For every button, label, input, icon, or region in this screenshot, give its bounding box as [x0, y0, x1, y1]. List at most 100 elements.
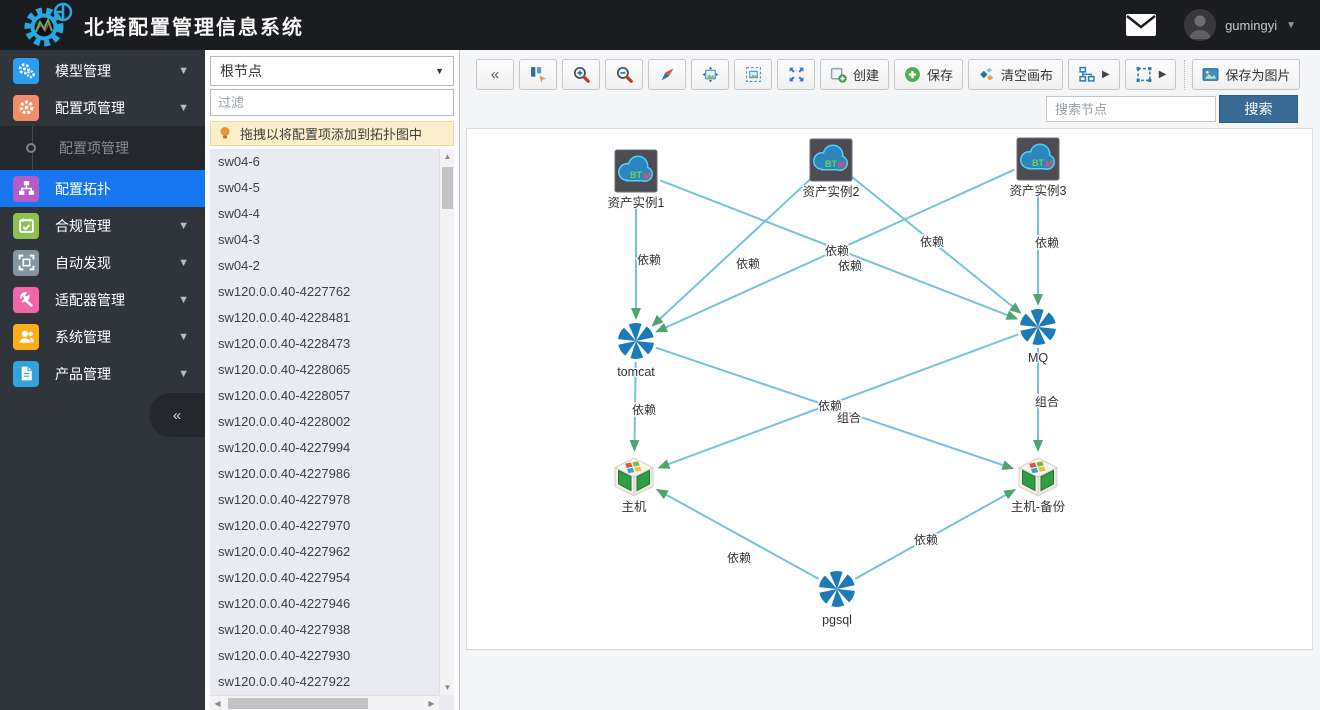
topology-node-pgsql[interactable]: pgsql: [819, 571, 855, 628]
sidebar: 模型管理 ▼ 配置项管理 ▼ 配置项管理 配置拓扑 合规管理 ▼ 自动发现 ▼ …: [0, 50, 205, 710]
scroll-up-icon[interactable]: ▲: [440, 149, 454, 164]
list-item[interactable]: sw120.0.0.40-4227954: [210, 565, 439, 591]
save-as-image-button[interactable]: 保存为图片: [1192, 59, 1301, 90]
topology-edge[interactable]: [651, 176, 813, 327]
sidebar-item-auto-discovery[interactable]: 自动发现 ▼: [0, 244, 205, 281]
node-label: pgsql: [822, 613, 852, 627]
image-icon: [1202, 68, 1219, 81]
root-node-select[interactable]: 根节点 ▼: [210, 56, 454, 86]
mail-button[interactable]: [1124, 12, 1158, 38]
create-button-label: 创建: [853, 68, 880, 83]
collapse-panel-button[interactable]: «: [476, 59, 514, 90]
topology-canvas[interactable]: 依赖 依赖 依赖 依赖 依赖 依赖 依赖 依赖 组合 组合 依赖 依赖 BT M 资产实例1 BT M资…: [466, 128, 1313, 650]
svg-text:BT: BT: [1032, 158, 1044, 168]
topology-node-tomcat[interactable]: tomcat: [616, 323, 656, 380]
zoom-in-button[interactable]: [562, 59, 600, 90]
sidebar-item-adapter-management[interactable]: 适配器管理 ▼: [0, 281, 205, 318]
topology-node-mq[interactable]: MQ: [1020, 309, 1056, 366]
gear-icon: [13, 94, 39, 121]
list-item[interactable]: sw120.0.0.40-4227970: [210, 513, 439, 539]
horizontal-scrollbar[interactable]: ◀ ▶: [210, 695, 439, 710]
list-item[interactable]: sw120.0.0.40-4227986: [210, 461, 439, 487]
node-label: 主机-备份: [1011, 500, 1066, 514]
save-button[interactable]: 保存: [894, 59, 964, 90]
create-button[interactable]: 创建: [820, 59, 890, 90]
list-item[interactable]: sw120.0.0.40-4228057: [210, 383, 439, 409]
hierarchy-layout-button[interactable]: [519, 59, 557, 90]
list-item[interactable]: sw120.0.0.40-4227938: [210, 617, 439, 643]
search-button[interactable]: 搜索: [1219, 95, 1298, 123]
list-item[interactable]: sw120.0.0.40-4227978: [210, 487, 439, 513]
sidebar-collapse-button[interactable]: «: [149, 393, 205, 437]
vertical-scrollbar[interactable]: ▲ ▼: [439, 149, 454, 695]
zoom-in-icon: [573, 66, 590, 83]
node-search-bar: 搜索: [1046, 95, 1298, 123]
list-item[interactable]: sw120.0.0.40-4227922: [210, 669, 439, 695]
chevron-down-icon: ▼: [435, 66, 444, 76]
list-item[interactable]: sw120.0.0.40-4228002: [210, 409, 439, 435]
list-item[interactable]: sw120.0.0.40-4227762: [210, 279, 439, 305]
topology-node-asset2[interactable]: BT M 资产实例2: [802, 138, 861, 200]
sidebar-item-system-management[interactable]: 系统管理 ▼: [0, 318, 205, 355]
list-item[interactable]: sw04-4: [210, 201, 439, 227]
sidebar-item-compliance-management[interactable]: 合规管理 ▼: [0, 207, 205, 244]
scroll-right-icon[interactable]: ▶: [424, 696, 439, 710]
navigate-compass-button[interactable]: [648, 59, 686, 90]
sidebar-item-label: 合规管理: [55, 217, 111, 234]
svg-text:BT: BT: [825, 159, 837, 169]
edge-label: 依赖: [920, 234, 944, 249]
scroll-down-icon[interactable]: ▼: [440, 680, 454, 695]
svg-text:BT: BT: [630, 170, 642, 180]
save-as-image-button-label: 保存为图片: [1225, 68, 1291, 83]
vertical-scroll-thumb[interactable]: [442, 167, 453, 209]
topology-node-asset1[interactable]: BT M 资产实例1: [607, 149, 666, 211]
horizontal-scroll-thumb[interactable]: [228, 698, 368, 709]
zoom-out-button[interactable]: [605, 59, 643, 90]
edge-label: 组合: [1035, 394, 1059, 409]
chevron-down-icon: ▼: [178, 330, 189, 343]
chevron-down-icon: ▼: [178, 219, 189, 232]
list-item[interactable]: sw120.0.0.40-4227994: [210, 435, 439, 461]
list-item[interactable]: sw120.0.0.40-4228473: [210, 331, 439, 357]
list-item[interactable]: sw04-2: [210, 253, 439, 279]
topology-node-host[interactable]: 主机: [613, 457, 655, 515]
chevron-right-icon: ▶: [1102, 69, 1110, 80]
expand-fullscreen-button[interactable]: [777, 59, 815, 90]
expand-arrows-icon: [789, 67, 803, 82]
list-item[interactable]: sw120.0.0.40-4227930: [210, 643, 439, 669]
layout-mode-button[interactable]: ▶: [1068, 59, 1120, 90]
sidebar-item-product-management[interactable]: 产品管理 ▼: [0, 355, 205, 392]
topology-node-hostbk[interactable]: 主机-备份: [1010, 457, 1067, 515]
list-item[interactable]: sw120.0.0.40-4227946: [210, 591, 439, 617]
calendar-check-icon: [13, 212, 39, 239]
mail-icon: [1126, 14, 1157, 36]
list-item[interactable]: sw120.0.0.40-4227962: [210, 539, 439, 565]
list-item[interactable]: sw04-3: [210, 227, 439, 253]
sidebar-item-model-management[interactable]: 模型管理 ▼: [0, 52, 205, 89]
sidebar-item-ci-management[interactable]: 配置项管理 ▼: [0, 89, 205, 126]
topology-node-asset3[interactable]: BT M 资产实例3: [1009, 137, 1068, 199]
sidebar-subitem-ci-management[interactable]: 配置项管理: [0, 129, 205, 167]
center-image-button[interactable]: [734, 59, 772, 90]
sidebar-item-label: 产品管理: [55, 365, 111, 382]
scroll-left-icon[interactable]: ◀: [210, 696, 225, 710]
chevron-down-icon: ▼: [178, 367, 189, 380]
filter-input[interactable]: [210, 89, 454, 116]
list-item[interactable]: sw04-6: [210, 149, 439, 175]
save-button-label: 保存: [927, 68, 954, 83]
fit-image-button[interactable]: [691, 59, 729, 90]
list-item[interactable]: sw120.0.0.40-4228481: [210, 305, 439, 331]
list-item[interactable]: sw04-5: [210, 175, 439, 201]
list-item[interactable]: sw120.0.0.40-4228065: [210, 357, 439, 383]
clear-canvas-button[interactable]: 清空画布: [968, 59, 1064, 90]
compass-icon: [661, 68, 673, 81]
sidebar-item-label: 配置拓扑: [55, 180, 111, 197]
sidebar-item-config-topology[interactable]: 配置拓扑: [0, 170, 205, 207]
select-mode-button[interactable]: ▶: [1124, 59, 1177, 90]
topology-edge[interactable]: [655, 489, 820, 580]
user-menu[interactable]: gumingyi ▼: [1184, 9, 1296, 41]
sidebar-subitem-label: 配置项管理: [59, 140, 129, 156]
search-input[interactable]: [1046, 96, 1216, 122]
sidebar-item-label: 适配器管理: [55, 291, 125, 308]
edge-label: 依赖: [727, 550, 751, 565]
